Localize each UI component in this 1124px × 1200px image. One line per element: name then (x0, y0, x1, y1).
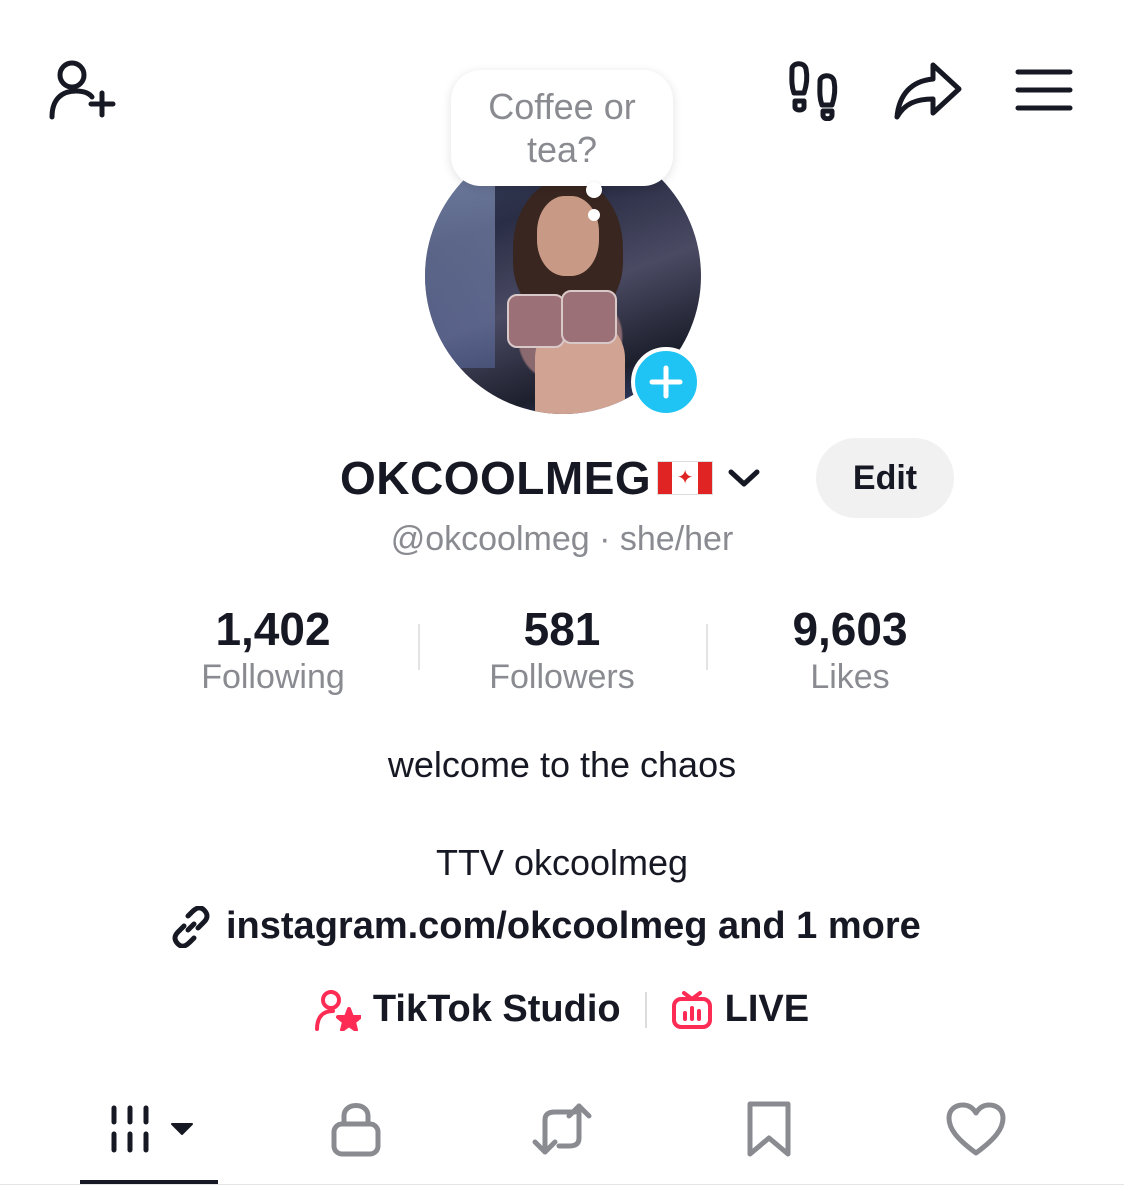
share-profile-button[interactable] (892, 58, 964, 122)
tiktok-studio-button[interactable]: TikTok Studio (314, 988, 621, 1031)
live-tv-icon (671, 989, 713, 1031)
display-name-row[interactable]: OKCOOLMEG ✦ (340, 450, 761, 506)
tab-reposts[interactable] (526, 1094, 598, 1164)
live-label: LIVE (724, 988, 810, 1030)
footprints-icon (786, 59, 842, 121)
likes-label: Likes (810, 658, 890, 696)
lock-icon (330, 1100, 382, 1158)
tab-private[interactable] (320, 1094, 392, 1164)
stat-likes[interactable]: 9,603 Likes (730, 602, 970, 698)
tiktok-studio-label: TikTok Studio (372, 988, 621, 1030)
canada-flag-icon: ✦ (657, 461, 714, 495)
profile-views-button[interactable] (784, 58, 844, 122)
link-icon (170, 905, 212, 948)
live-button[interactable]: LIVE (671, 988, 809, 1031)
menu-icon (1014, 66, 1074, 114)
heart-icon (945, 1101, 1007, 1157)
note-bubble-tail-dot (588, 209, 600, 221)
username-pronouns: @okcoolmeg · she/her (390, 520, 734, 558)
following-count: 1,402 (215, 603, 331, 655)
bookmark-icon (746, 1100, 792, 1158)
creator-star-icon (314, 989, 361, 1031)
bio-line-2: TTV okcoolmeg (435, 842, 689, 883)
menu-button[interactable] (1012, 62, 1076, 118)
likes-count: 9,603 (792, 603, 908, 655)
add-story-button[interactable] (631, 347, 701, 417)
plus-icon (648, 364, 684, 400)
tab-liked[interactable] (940, 1094, 1012, 1164)
grid-icon (102, 1102, 198, 1156)
followers-label: Followers (489, 658, 635, 696)
share-icon (893, 59, 963, 121)
followers-count: 581 (523, 603, 601, 655)
stat-divider (418, 624, 420, 670)
bio-line-1: welcome to the chaos (387, 744, 737, 785)
tabs-bottom-border (0, 1184, 1124, 1185)
creator-tools-row: TikTok Studio LIVE (0, 988, 1124, 1031)
tools-divider (644, 991, 647, 1028)
edit-label: Edit (852, 458, 918, 497)
bio-link-text: instagram.com/okcoolmeg and 1 more (226, 905, 921, 947)
note-bubble[interactable]: Coffee or tea? (451, 70, 673, 186)
chevron-down-icon[interactable] (727, 467, 761, 489)
stat-divider (706, 624, 708, 670)
add-friend-button[interactable] (44, 56, 118, 122)
tab-videos[interactable] (100, 1094, 200, 1164)
following-label: Following (201, 658, 345, 696)
add-friend-icon (46, 57, 116, 121)
note-bubble-tail (586, 182, 602, 198)
display-name: OKCOOLMEG (340, 452, 652, 504)
note-text: Coffee or tea? (488, 86, 636, 170)
stat-followers[interactable]: 581 Followers (442, 602, 682, 698)
tab-favorites[interactable] (736, 1094, 802, 1164)
repost-icon (531, 1100, 593, 1158)
bio-link[interactable]: instagram.com/okcoolmeg and 1 more (170, 905, 921, 948)
stat-following[interactable]: 1,402 Following (153, 602, 393, 698)
edit-profile-button[interactable]: Edit (816, 438, 954, 518)
